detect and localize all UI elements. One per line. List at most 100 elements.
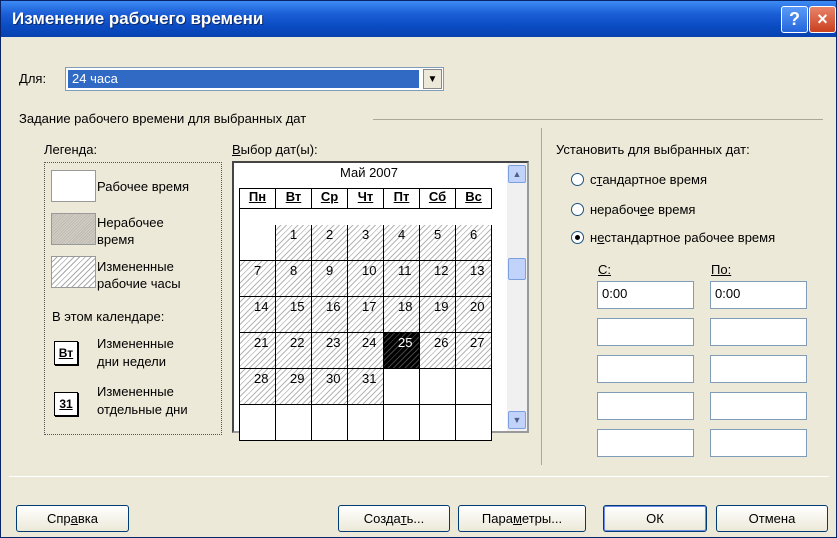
calendar-day-cell[interactable]: 2 <box>312 225 348 261</box>
legend-nonworking-line1: Нерабочее <box>97 215 164 230</box>
calendar-day-cell[interactable]: 11 <box>384 261 420 297</box>
weekday-header[interactable]: Пн <box>240 189 276 209</box>
calendar-days[interactable]: Пн Вт Ср Чт Пт Сб Вс 1 2 3 4 5 6 7 8 9 10 11 12 13 14 15 16 17 1… <box>239 188 492 441</box>
calendar-empty-cell <box>420 369 456 405</box>
legend-edited-dates-line2: отдельные дни <box>97 402 188 417</box>
calendar-empty-cell <box>456 369 492 405</box>
calendar-day-cell[interactable]: 20 <box>456 297 492 333</box>
legend-in-calendar: В этом календаре: <box>52 309 165 324</box>
weekday-header[interactable]: Чт <box>348 189 384 209</box>
calendar-day-cell[interactable]: 1 <box>276 225 312 261</box>
working-time-swatch <box>51 170 96 202</box>
calendar-day-cell[interactable]: 21 <box>240 333 276 369</box>
weekday-header[interactable]: Ср <box>312 189 348 209</box>
legend-nonworking-line2: время <box>97 232 135 247</box>
from-time-1[interactable]: 0:00 <box>597 281 694 309</box>
help-icon[interactable]: ? <box>781 6 808 33</box>
calendar-day-cell[interactable]: 8 <box>276 261 312 297</box>
calendar-day-cell[interactable]: 24 <box>348 333 384 369</box>
calendar-empty-cell <box>384 369 420 405</box>
legend-edited-line1: Измененные <box>97 259 174 274</box>
options-button[interactable]: Пара м етры... <box>458 505 586 532</box>
from-time-5[interactable] <box>597 429 694 457</box>
calendar-day-cell[interactable]: 30 <box>312 369 348 405</box>
scroll-down-icon[interactable]: ▼ <box>508 411 526 429</box>
to-time-2[interactable] <box>710 318 807 346</box>
calendar-day-cell[interactable]: 27 <box>456 333 492 369</box>
ok-button[interactable]: ОК <box>603 505 707 532</box>
calendar-day-cell[interactable]: 5 <box>420 225 456 261</box>
radio-nondefault-time[interactable]: нестандартное рабочее время <box>571 230 775 245</box>
calendar-day-cell[interactable]: 23 <box>312 333 348 369</box>
calendar-day-cell[interactable]: 17 <box>348 297 384 333</box>
calendar-day-cell[interactable]: 31 <box>348 369 384 405</box>
radio-standard-indicator[interactable] <box>571 173 584 186</box>
to-time-1[interactable]: 0:00 <box>710 281 807 309</box>
calendar-month: Май 2007 <box>340 165 398 180</box>
radio-nonworking-time[interactable]: нерабочее время <box>571 202 695 217</box>
nonworking-time-swatch <box>51 213 96 245</box>
calendar-day-cell[interactable]: 12 <box>420 261 456 297</box>
calendar-day-cell[interactable]: 29 <box>276 369 312 405</box>
calendar-day-cell[interactable]: 25 <box>384 333 420 369</box>
weekday-header[interactable]: Вс <box>456 189 492 209</box>
calendar-scrollbar[interactable]: ▲ ▼ <box>507 163 527 431</box>
calendar-select[interactable]: 24 часа ▼ <box>65 67 444 91</box>
to-time-3[interactable] <box>710 355 807 383</box>
chevron-down-icon[interactable]: ▼ <box>423 69 442 89</box>
calendar-grid[interactable]: Май 2007 Пн Вт Ср Чт Пт Сб Вс 1 2 3 4 5 6 7 8 9 10 11 12 13… <box>232 161 529 441</box>
calendar-day-cell[interactable]: 26 <box>420 333 456 369</box>
legend-edited-dates-line1: Измененные <box>97 384 174 399</box>
date-select-label: Выбор дат(ы): <box>232 142 318 157</box>
calendar-day-cell[interactable]: 3 <box>348 225 384 261</box>
group-divider <box>373 119 823 120</box>
from-label: С: <box>598 262 611 277</box>
calendar-day-cell[interactable]: 9 <box>312 261 348 297</box>
calendar-day-cell[interactable]: 28 <box>240 369 276 405</box>
weekday-header[interactable]: Сб <box>420 189 456 209</box>
weekday-header[interactable]: Вт <box>276 189 312 209</box>
legend-edited-line2: рабочие часы <box>97 276 181 291</box>
group-title: Задание рабочего времени для выбранных д… <box>19 111 307 126</box>
calendar-day-cell[interactable]: 14 <box>240 297 276 333</box>
from-time-2[interactable] <box>597 318 694 346</box>
to-time-4[interactable] <box>710 392 807 420</box>
calendar-day-cell[interactable]: 7 <box>240 261 276 297</box>
from-time-3[interactable] <box>597 355 694 383</box>
calendar-day-cell[interactable]: 6 <box>456 225 492 261</box>
to-label: По: <box>711 262 732 277</box>
calendar-select-value: 24 часа <box>68 70 419 88</box>
calendar-day-cell[interactable]: 19 <box>420 297 456 333</box>
radio-nonworking-label: нерабочее время <box>590 202 696 217</box>
calendar-day-cell[interactable]: 4 <box>384 225 420 261</box>
radio-nondefault-label: нестандартное рабочее время <box>590 230 776 245</box>
edited-hours-swatch <box>51 256 96 288</box>
calendar-day-cell[interactable]: 22 <box>276 333 312 369</box>
calendar-empty-cell <box>240 405 276 441</box>
calendar-day-cell[interactable]: 13 <box>456 261 492 297</box>
close-icon[interactable]: × <box>809 6 836 33</box>
help-button[interactable]: Спр а вка <box>16 505 129 532</box>
calendar-day-cell[interactable]: 16 <box>312 297 348 333</box>
radio-nonworking-indicator[interactable] <box>571 203 584 216</box>
scroll-up-icon[interactable]: ▲ <box>508 165 526 183</box>
legend-edited-days-line1: Измененные <box>97 336 174 351</box>
legend-working: Рабочее время <box>97 179 190 194</box>
calendar-day-cell[interactable]: 10 <box>348 261 384 297</box>
legend-edited-days-line2: дни недели <box>97 354 166 369</box>
calendar-day-cell[interactable]: 15 <box>276 297 312 333</box>
radio-nondefault-indicator[interactable] <box>571 231 584 244</box>
from-time-4[interactable] <box>597 392 694 420</box>
radio-standard-time[interactable]: стандартное время <box>571 172 707 187</box>
scroll-thumb[interactable] <box>508 258 526 280</box>
set-for-title: Установить для выбранных дат: <box>556 142 750 157</box>
calendar-empty-cell <box>456 405 492 441</box>
dialog-title: Изменение рабочего времени <box>12 9 264 28</box>
calendar-empty-cell <box>240 225 276 261</box>
to-time-5[interactable] <box>710 429 807 457</box>
calendar-day-cell[interactable]: 18 <box>384 297 420 333</box>
weekday-header[interactable]: Пт <box>384 189 420 209</box>
calendar-empty-cell <box>276 405 312 441</box>
create-button[interactable]: Созда т ь... <box>338 505 450 532</box>
cancel-button[interactable]: Отмена <box>716 505 828 532</box>
